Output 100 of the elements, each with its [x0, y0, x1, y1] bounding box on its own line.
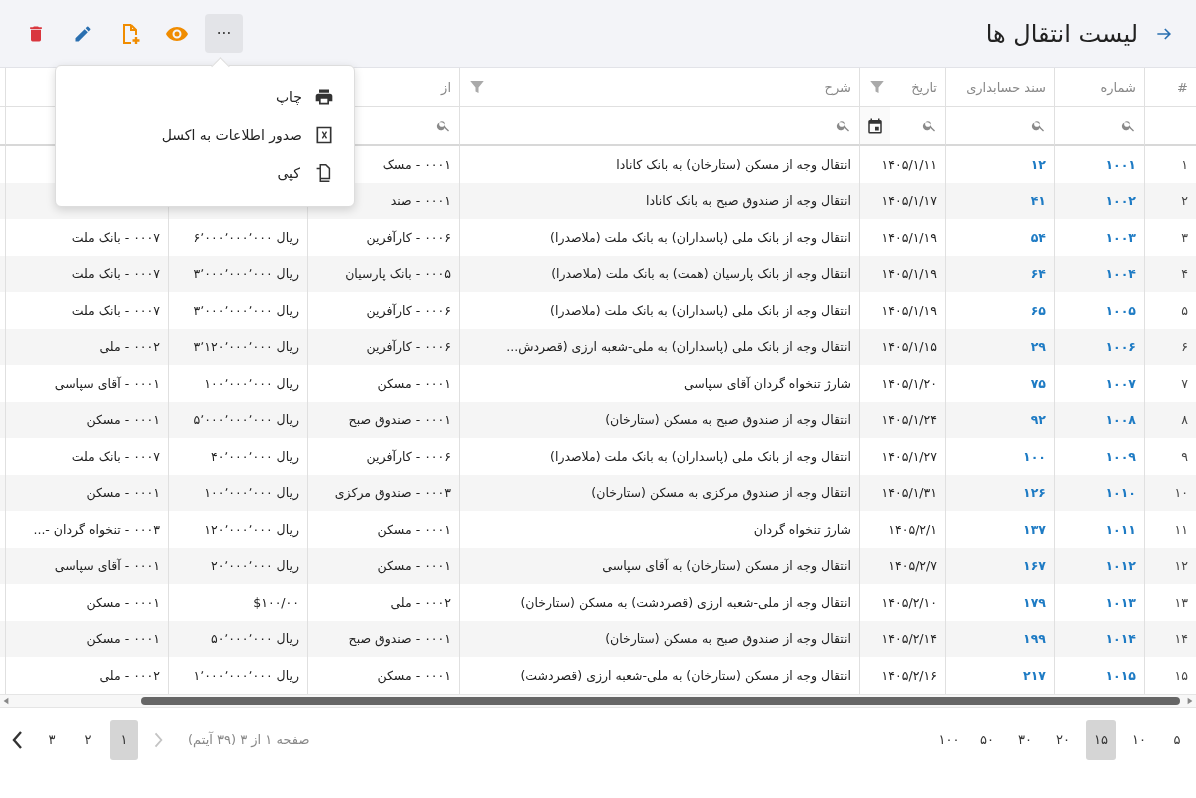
page-button[interactable]: ۲: [74, 719, 102, 760]
link-cell[interactable]: ۴۱: [1030, 193, 1046, 209]
link-cell[interactable]: ۱۰۰۱: [1105, 156, 1136, 172]
table-cell: انتقال وجه از مسکن (ستارخان) به ملی-شعبه ارزی (قصردشت): [520, 667, 851, 683]
table-cell: انتقال وجه از بانک پارسیان (همت) به بانک ملت (ملاصدرا): [551, 266, 851, 282]
link-cell[interactable]: ۱۶۷: [1023, 558, 1046, 574]
header-label: سند حسابداری: [966, 79, 1046, 95]
page-title: لیست انتقال ها: [985, 19, 1138, 48]
table-cell: ۰۰۰۶ - کارآفرین: [366, 339, 451, 355]
menu-item[interactable]: کپی: [56, 154, 354, 192]
date-cell: ۱۴۰۵/۱/۱۷: [881, 193, 937, 209]
link-cell[interactable]: ۱۰۱۰: [1105, 485, 1136, 501]
link-cell[interactable]: ۱۰۱۳: [1105, 594, 1136, 610]
table-cell: انتقال وجه از صندوق صبح به مسکن (ستارخان): [605, 412, 851, 428]
link-cell[interactable]: ۱۰۱۲: [1105, 558, 1136, 574]
link-cell[interactable]: ۱۰۰۴: [1105, 266, 1136, 282]
row-number: ۱۵: [1174, 667, 1188, 683]
table-cell: انتقال وجه از ملی-شعبه ارزی (قصردشت) به مسکن (ستارخان): [520, 594, 851, 610]
table-cell: انتقال وجه از بانک ملی (پاسداران) به بانک ملت (ملاصدرا): [550, 229, 851, 245]
row-number: ۶: [1181, 339, 1188, 355]
date-cell: ۱۴۰۵/۱/۳۱: [881, 485, 937, 501]
link-cell[interactable]: ۱۳۷: [1023, 521, 1046, 537]
link-cell[interactable]: ۱۲: [1030, 156, 1046, 172]
table-cell: ۰۰۰۱ - مسکن: [86, 412, 160, 428]
row-number: ۱۳: [1174, 594, 1188, 610]
table-cell: انتقال وجه از بانک ملی (پاسداران) به ملی-شعبه ارزی (قصردش...: [506, 339, 851, 355]
link-cell[interactable]: ۶۴: [1030, 266, 1046, 282]
link-cell[interactable]: ۱۰۰۲: [1105, 193, 1136, 209]
menu-item[interactable]: چاپ: [56, 78, 354, 116]
scroll-right-icon[interactable]: [1186, 696, 1194, 705]
link-cell[interactable]: ۱۰۱۴: [1105, 631, 1136, 647]
link-cell[interactable]: ۶۵: [1030, 302, 1046, 318]
link-cell[interactable]: ۱۲۶: [1023, 485, 1046, 501]
link-cell[interactable]: ۱۰۰۳: [1105, 229, 1136, 245]
link-cell[interactable]: ۱۷۹: [1023, 594, 1046, 610]
row-number: ۴: [1181, 266, 1188, 282]
link-cell[interactable]: ۱۰۰۶: [1105, 339, 1136, 355]
amount-cell: ریال ۱٬۰۰۰٬۰۰۰٬۰۰۰: [193, 667, 299, 683]
page-button[interactable]: ۱: [110, 719, 138, 760]
page-size-option[interactable]: ۱۰: [1124, 719, 1154, 760]
table-cell: انتقال وجه از صندوق مرکزی به مسکن (ستارخان): [591, 485, 851, 501]
table-cell: شارژ تنخواه گردان: [753, 521, 851, 537]
page-button[interactable]: ۳: [38, 719, 66, 760]
row-number: ۱۱: [1174, 521, 1188, 537]
amount-cell: ریال ۳٬۱۲۰٬۰۰۰٬۰۰۰: [193, 339, 299, 355]
link-cell[interactable]: ۷۵: [1030, 375, 1046, 391]
filter-icon[interactable]: [868, 78, 886, 96]
search-icon: [1031, 118, 1046, 133]
link-cell[interactable]: ۱۰۱۵: [1105, 667, 1136, 683]
row-number: ۱۴: [1174, 631, 1188, 647]
amount-cell: ریال ۳٬۰۰۰٬۰۰۰٬۰۰۰: [193, 302, 299, 318]
page-size-option[interactable]: ۱۰۰: [934, 719, 964, 760]
amount-cell: ریال ۱۲۰٬۰۰۰٬۰۰۰: [204, 521, 299, 537]
table-cell: ۰۰۰۲ - ملی: [99, 667, 160, 683]
link-cell[interactable]: ۱۰۰۸: [1105, 412, 1136, 428]
link-cell[interactable]: ۱۰۰۵: [1105, 302, 1136, 318]
table-cell: انتقال وجه از بانک ملی (پاسداران) به بانک ملت (ملاصدرا): [550, 448, 851, 464]
search-icon: [436, 118, 451, 133]
printer-icon: [314, 87, 334, 107]
chevron-left-icon: [12, 729, 24, 750]
scrollbar-thumb[interactable]: [141, 696, 1180, 705]
table-cell: ۰۰۰۲ - ملی: [99, 339, 160, 355]
table-cell: ۰۰۰۱ - آقای سپاسی: [54, 375, 160, 391]
table-cell: ۰۰۰۷ - بانک ملت: [71, 448, 160, 464]
link-cell[interactable]: ۱۰۱۱: [1105, 521, 1136, 537]
link-cell[interactable]: ۱۰۰۹: [1105, 448, 1136, 464]
link-cell[interactable]: ۱۹۹: [1023, 631, 1046, 647]
link-cell[interactable]: ۵۴: [1030, 229, 1046, 245]
link-cell[interactable]: ۹۲: [1030, 412, 1046, 428]
table-cell: ۰۰۰۳ - صندوق مرکزی: [334, 485, 451, 501]
scroll-left-icon[interactable]: [2, 696, 10, 705]
table-cell: ۰۰۰۳ - تنخواه گردان -...: [33, 521, 160, 537]
amount-cell: ریال ۱۰۰٬۰۰۰٬۰۰۰: [204, 375, 299, 391]
link-cell[interactable]: ۱۰۰: [1023, 448, 1046, 464]
page-size-option[interactable]: ۱۵: [1086, 719, 1116, 760]
row-number: ۹: [1181, 448, 1188, 464]
page-size-option[interactable]: ۵: [1162, 719, 1192, 760]
menu-item[interactable]: صدور اطلاعات به اکسل: [56, 116, 354, 154]
link-cell[interactable]: ۲۱۷: [1023, 667, 1046, 683]
table-cell: ۰۰۰۱ - مسکن: [377, 558, 451, 574]
table-cell: ۰۰۰۱ - مسکن: [86, 594, 160, 610]
page-size-option[interactable]: ۵۰: [972, 719, 1002, 760]
search-icon: [836, 118, 851, 133]
table-cell: ۰۰۰۱ - مسکن: [86, 631, 160, 647]
page-size-option[interactable]: ۳۰: [1010, 719, 1040, 760]
table-cell: ۰۰۰۷ - بانک ملت: [71, 266, 160, 282]
table-cell: انتقال وجه از صندوق صبح به بانک کانادا: [645, 193, 851, 209]
table-cell: ۰۰۰۱ - صند: [390, 193, 451, 209]
page-size-option[interactable]: ۲۰: [1048, 719, 1078, 760]
calendar-icon[interactable]: [866, 116, 884, 135]
amount-cell: ریال ۵٬۰۰۰٬۰۰۰٬۰۰۰: [193, 412, 299, 428]
header-label: تاریخ: [911, 79, 937, 95]
row-number: ۱: [1181, 156, 1188, 172]
link-cell[interactable]: ۱۰۰۷: [1105, 375, 1136, 391]
horizontal-scrollbar[interactable]: [0, 693, 1196, 708]
filter-icon[interactable]: [468, 78, 486, 96]
link-cell[interactable]: ۲۹: [1030, 339, 1046, 355]
date-cell: ۱۴۰۵/۲/۱۰: [881, 594, 937, 610]
more-button[interactable]: ···: [205, 14, 243, 53]
header-label: #: [1177, 79, 1188, 95]
